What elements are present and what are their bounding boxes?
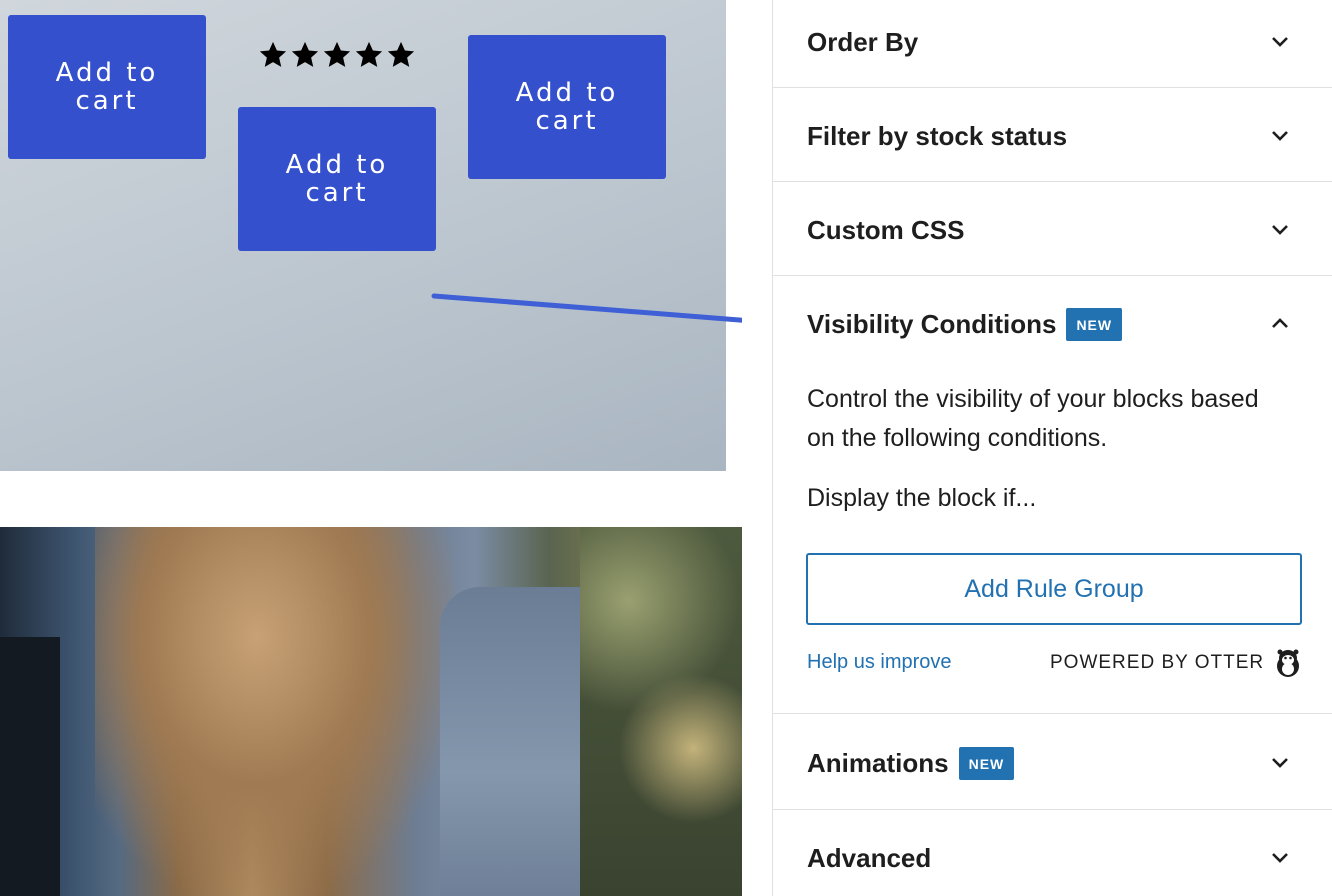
panel-stock-status-toggle[interactable]: Filter by stock status xyxy=(773,108,1332,164)
panel-title: Filter by stock status xyxy=(807,120,1068,151)
panel-custom-css-toggle[interactable]: Custom CSS xyxy=(773,202,1332,258)
panel-animations-toggle[interactable]: Animations NEW xyxy=(773,735,1332,791)
panel-title: Order By xyxy=(807,26,919,57)
add-rule-group-button[interactable]: Add Rule Group xyxy=(806,553,1302,625)
panel-order-by: Order By xyxy=(773,0,1332,88)
chevron-down-icon xyxy=(1272,853,1288,863)
chevron-down-icon xyxy=(1272,758,1288,768)
chevron-down-icon xyxy=(1272,131,1288,141)
help-us-improve-link[interactable]: Help us improve xyxy=(807,651,952,674)
chevron-down-icon xyxy=(1272,225,1288,235)
otter-icon xyxy=(1277,649,1299,677)
chevron-up-icon xyxy=(1272,318,1288,328)
panel-advanced: Advanced xyxy=(773,810,1332,896)
chevron-down-icon xyxy=(1272,37,1288,47)
star-icon xyxy=(387,41,415,67)
editor-canvas: Add to cart Add to cart Add to cart xyxy=(0,0,742,896)
product-image xyxy=(0,527,742,896)
panel-visibility-toggle[interactable]: Visibility Conditions NEW xyxy=(773,296,1332,352)
panel-visibility-conditions: Visibility Conditions NEW Control the vi… xyxy=(773,276,1332,714)
photo-detail xyxy=(440,587,590,896)
panel-title: Visibility Conditions xyxy=(807,308,1057,339)
star-icon xyxy=(291,41,319,67)
photo-detail xyxy=(95,527,455,896)
display-condition-label: Display the block if... xyxy=(807,484,1037,512)
panel-animations: Animations NEW xyxy=(773,714,1332,810)
new-badge: NEW xyxy=(958,746,1015,780)
product-grid-block[interactable]: Add to cart Add to cart Add to cart xyxy=(0,0,726,471)
panel-title: Advanced xyxy=(807,842,932,873)
star-rating xyxy=(258,40,416,70)
star-icon xyxy=(323,41,351,67)
panel-stock-status: Filter by stock status xyxy=(773,88,1332,182)
panel-custom-css: Custom CSS xyxy=(773,182,1332,276)
add-to-cart-button-3[interactable]: Add to cart xyxy=(468,35,666,179)
panel-title: Animations xyxy=(807,747,949,778)
add-to-cart-button-1[interactable]: Add to cart xyxy=(8,15,206,159)
star-icon xyxy=(259,41,287,67)
add-to-cart-button-2[interactable]: Add to cart xyxy=(238,107,436,251)
photo-detail xyxy=(0,637,60,896)
panel-order-by-toggle[interactable]: Order By xyxy=(773,14,1332,70)
new-badge: NEW xyxy=(1066,307,1123,341)
powered-by-otter: POWERED BY OTTER xyxy=(1050,652,1265,673)
photo-detail xyxy=(580,527,742,896)
panel-advanced-toggle[interactable]: Advanced xyxy=(773,830,1332,886)
visibility-description: Control the visibility of your blocks ba… xyxy=(807,385,1259,452)
star-icon xyxy=(355,41,383,67)
panel-title: Custom CSS xyxy=(807,214,965,245)
